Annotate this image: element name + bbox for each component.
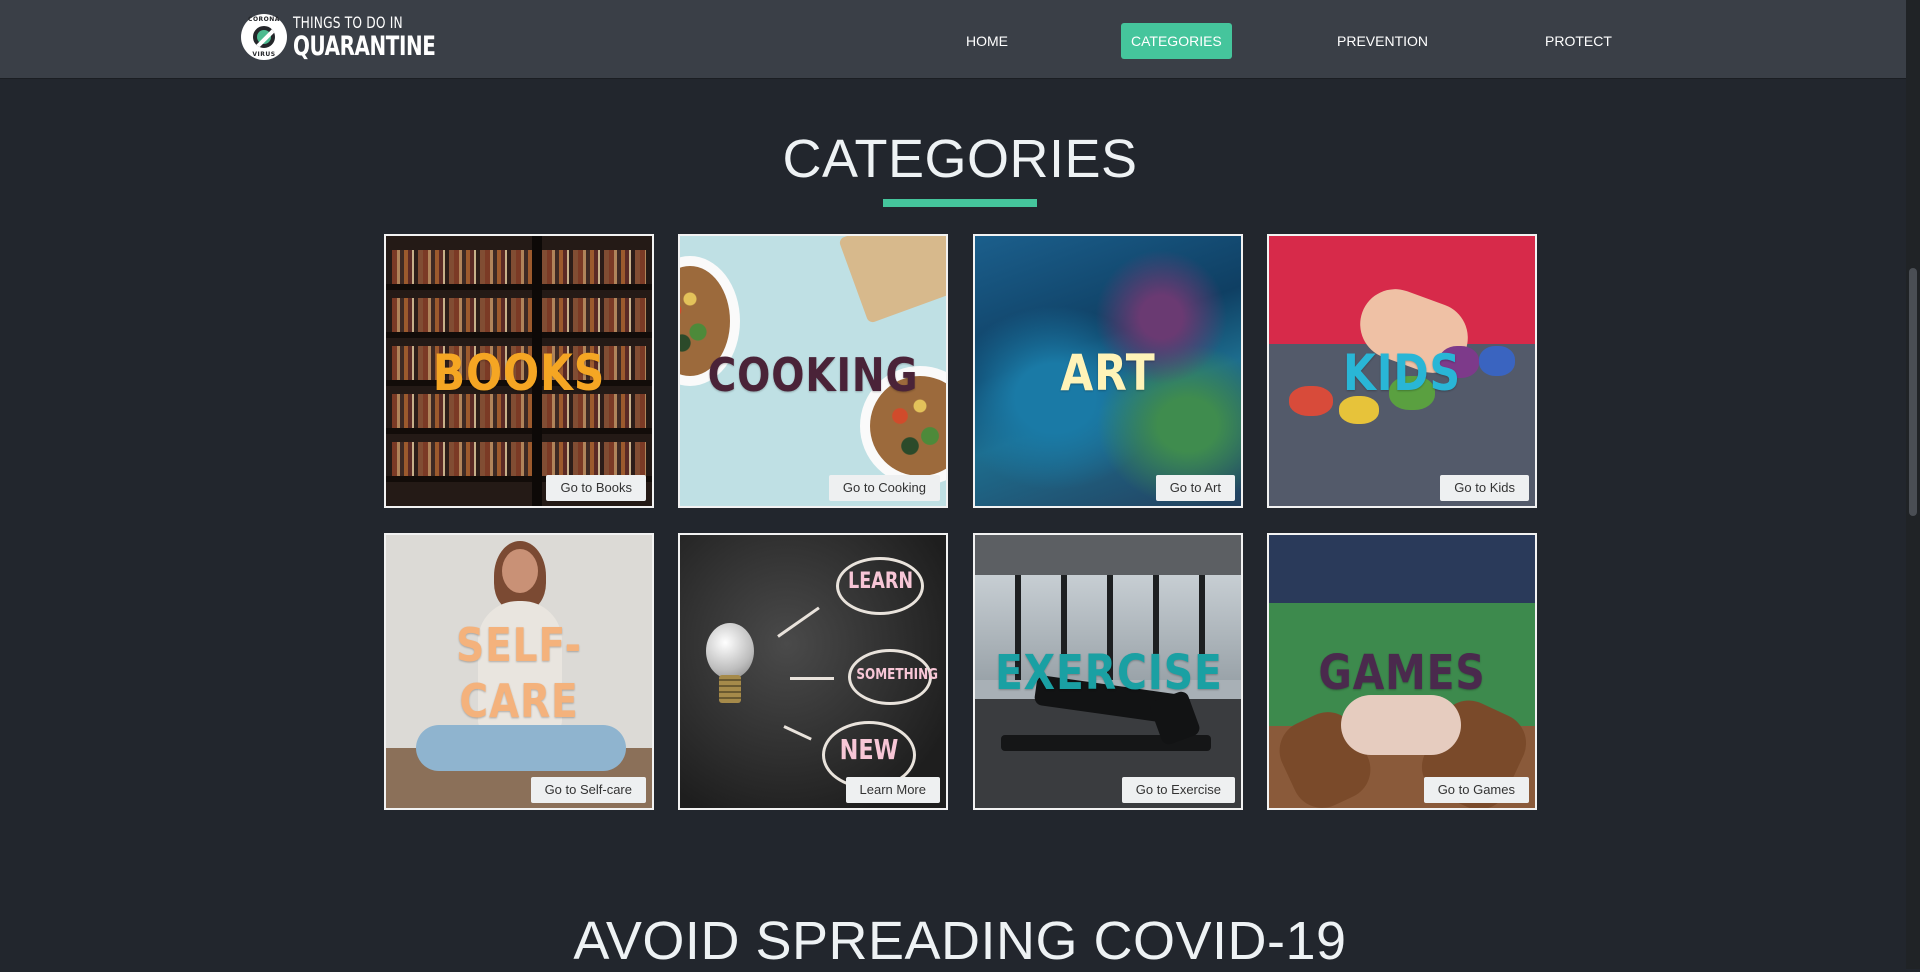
category-card-kids[interactable]: KIDS Go to Kids	[1267, 234, 1537, 508]
category-card-cooking[interactable]: COOKING Go to Cooking	[678, 234, 948, 508]
logo-line2: QUARANTINE	[293, 30, 436, 62]
go-to-cooking-button[interactable]: Go to Cooking	[828, 475, 940, 501]
card-label-cooking: COOKING	[707, 348, 919, 402]
scrollbar-thumb[interactable]	[1909, 268, 1917, 516]
learn-more-button[interactable]: Learn More	[845, 777, 940, 803]
navbar: CORONA VIRUS THINGS TO DO IN QUARANTINE …	[0, 0, 1906, 79]
prevention-section-title: AVOID SPREADING COVID-19	[573, 911, 1347, 971]
nav-categories[interactable]: CATEGORIES	[1121, 23, 1232, 59]
card-label-self-care-line2: CARE	[459, 674, 579, 728]
logo-badge-top-text: CORONA	[248, 16, 280, 23]
site-logo[interactable]: CORONA VIRUS THINGS TO DO IN QUARANTINE	[241, 12, 467, 62]
card-label-books: BOOKS	[432, 344, 606, 402]
chalk-word-new: NEW	[839, 733, 899, 766]
logo-text: THINGS TO DO IN QUARANTINE	[293, 12, 467, 62]
nav-prevention[interactable]: PREVENTION	[1327, 23, 1438, 59]
go-to-self-care-button[interactable]: Go to Self-care	[530, 777, 646, 803]
categories-title: CATEGORIES	[782, 129, 1138, 189]
category-card-self-care[interactable]: SELF- CARE Go to Self-care	[384, 533, 654, 810]
card-label-exercise: EXERCISE	[994, 645, 1223, 701]
category-card-exercise[interactable]: EXERCISE Go to Exercise	[973, 533, 1243, 810]
card-label-self-care-line1: SELF-	[456, 618, 582, 672]
go-to-kids-button[interactable]: Go to Kids	[1440, 475, 1529, 501]
category-card-games[interactable]: GAMES Go to Games	[1267, 533, 1537, 810]
logo-badge-bottom-text: VIRUS	[252, 51, 276, 58]
chalk-word-learn: LEARN	[848, 569, 914, 594]
go-to-art-button[interactable]: Go to Art	[1155, 475, 1235, 501]
go-to-books-button[interactable]: Go to Books	[546, 475, 646, 501]
go-to-games-button[interactable]: Go to Games	[1423, 777, 1529, 803]
category-card-books[interactable]: BOOKS Go to Books	[384, 234, 654, 508]
chalk-word-something: SOMETHING	[856, 665, 938, 683]
card-label-kids: KIDS	[1342, 344, 1462, 402]
coronavirus-badge-icon: CORONA VIRUS	[241, 14, 287, 60]
logo-line1: THINGS TO DO IN	[293, 12, 403, 32]
go-to-exercise-button[interactable]: Go to Exercise	[1121, 777, 1235, 803]
card-label-games: GAMES	[1318, 645, 1486, 701]
nav-home[interactable]: HOME	[956, 23, 1018, 59]
category-card-learn[interactable]: LEARN SOMETHING NEW Learn More	[678, 533, 948, 810]
nav-protect[interactable]: PROTECT	[1535, 23, 1622, 59]
page-scrollbar[interactable]	[1906, 0, 1920, 969]
title-underline	[883, 199, 1037, 207]
category-card-art[interactable]: ART Go to Art	[973, 234, 1243, 508]
card-label-art: ART	[1060, 344, 1156, 402]
